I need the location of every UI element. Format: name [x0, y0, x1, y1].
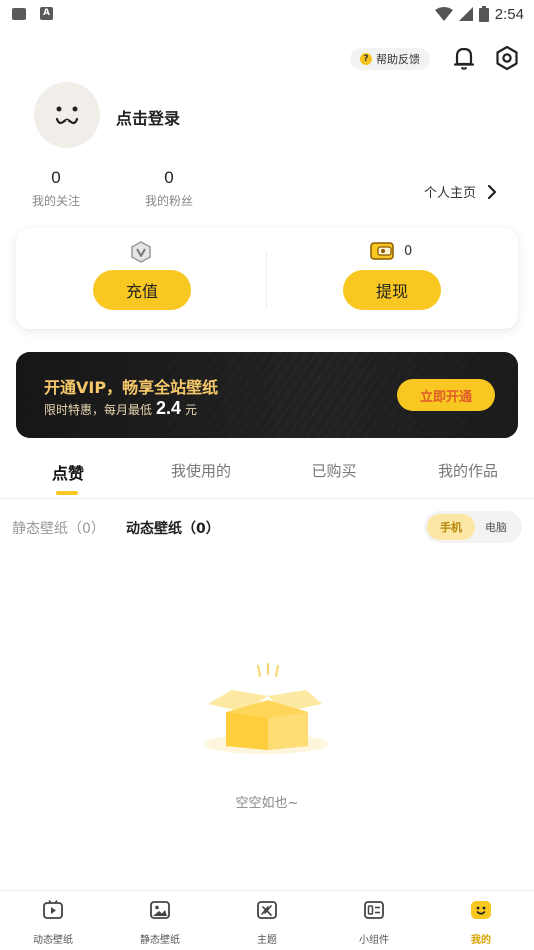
- withdraw-button[interactable]: 提现: [343, 270, 441, 310]
- filter-static-wallpaper[interactable]: 静态壁纸（0）: [12, 518, 105, 538]
- tab-indicator: [56, 491, 78, 495]
- followers-count: 0: [164, 168, 174, 187]
- status-bar-right: 2:54: [434, 3, 524, 25]
- widget-icon: [364, 901, 384, 919]
- nav-label: 小组件: [359, 935, 389, 946]
- following-stat[interactable]: 0 我的关注: [16, 168, 96, 209]
- help-feedback-button[interactable]: ? 帮助反馈: [350, 48, 430, 70]
- notification-bell-button[interactable]: [450, 44, 478, 72]
- vip-promo-prefix: 限时特惠，每月最低: [44, 403, 153, 417]
- following-count: 0: [51, 168, 61, 187]
- device-pc-option[interactable]: 电脑: [472, 514, 520, 540]
- question-icon: ?: [360, 53, 372, 65]
- tab-used[interactable]: 我使用的: [166, 460, 236, 481]
- empty-box-illustration: [204, 663, 328, 754]
- followers-stat[interactable]: 0 我的粉丝: [129, 168, 209, 209]
- notification-icon: [12, 8, 26, 20]
- vip-promo: 限时特惠，每月最低 2.4 元: [44, 398, 197, 419]
- filter-dynamic-wallpaper[interactable]: 动态壁纸（0）: [126, 518, 220, 538]
- tab-divider: [0, 498, 534, 499]
- nav-label: 静态壁纸: [140, 935, 180, 946]
- nav-label: 动态壁纸: [33, 935, 73, 946]
- avatar[interactable]: [34, 82, 100, 148]
- profile-icon: [471, 901, 491, 919]
- battery-icon: [478, 6, 489, 22]
- wallet-card: 充值 0 提现: [16, 228, 518, 329]
- bell-icon: [453, 47, 475, 70]
- vip-price: 2.4: [156, 398, 182, 418]
- theme-icon: [257, 901, 277, 919]
- wifi-icon: [434, 7, 453, 21]
- coin-balance-value: 0: [404, 243, 413, 259]
- coin-balance: 0: [370, 242, 412, 260]
- following-label: 我的关注: [31, 194, 80, 208]
- vip-title: 开通VIP，畅享全站壁纸: [44, 378, 219, 397]
- nav-static-wallpaper[interactable]: 静态壁纸: [120, 899, 200, 946]
- homepage-label: 个人主页: [424, 186, 477, 201]
- signal-icon: [458, 7, 473, 21]
- chevron-right-icon: [487, 184, 497, 199]
- empty-state-text: 空空如也~: [235, 796, 299, 811]
- recharge-button[interactable]: 充值: [93, 270, 191, 310]
- bottom-nav: 动态壁纸 静态壁纸 主题 小组件 我的: [0, 890, 534, 950]
- video-icon: [43, 900, 63, 919]
- vip-banner[interactable]: 开通VIP，畅享全站壁纸 限时特惠，每月最低 2.4 元 立即开通: [16, 352, 518, 438]
- nav-label: 我的: [471, 935, 491, 946]
- smiley-face-icon: [55, 106, 79, 125]
- wallet-divider: [266, 252, 267, 308]
- tab-likes[interactable]: 点赞: [48, 460, 88, 484]
- device-toggle: 手机 电脑: [424, 511, 522, 543]
- image-icon: [150, 901, 170, 919]
- open-vip-button[interactable]: 立即开通: [397, 379, 495, 411]
- app-notification-icon: A: [40, 7, 53, 20]
- login-link[interactable]: 点击登录: [116, 105, 180, 129]
- vip-price-unit: 元: [185, 403, 198, 417]
- nav-label: 主题: [257, 935, 277, 946]
- personal-homepage-link[interactable]: 个人主页: [424, 182, 498, 201]
- followers-label: 我的粉丝: [144, 194, 193, 208]
- nav-widget[interactable]: 小组件: [334, 899, 414, 946]
- status-bar: A 2:54: [0, 0, 534, 28]
- coin-wallet-icon: [370, 242, 394, 260]
- nav-mine[interactable]: 我的: [441, 899, 521, 946]
- status-time: 2:54: [494, 5, 524, 23]
- help-feedback-label: 帮助反馈: [376, 53, 420, 66]
- device-phone-option[interactable]: 手机: [427, 514, 475, 540]
- settings-button[interactable]: [493, 44, 521, 72]
- vip-badge-icon: [131, 241, 151, 263]
- tab-my-works[interactable]: 我的作品: [433, 460, 503, 481]
- gear-icon: [496, 45, 518, 71]
- nav-dynamic-wallpaper[interactable]: 动态壁纸: [13, 899, 93, 946]
- nav-theme[interactable]: 主题: [227, 899, 307, 946]
- tab-purchased[interactable]: 已购买: [308, 460, 360, 481]
